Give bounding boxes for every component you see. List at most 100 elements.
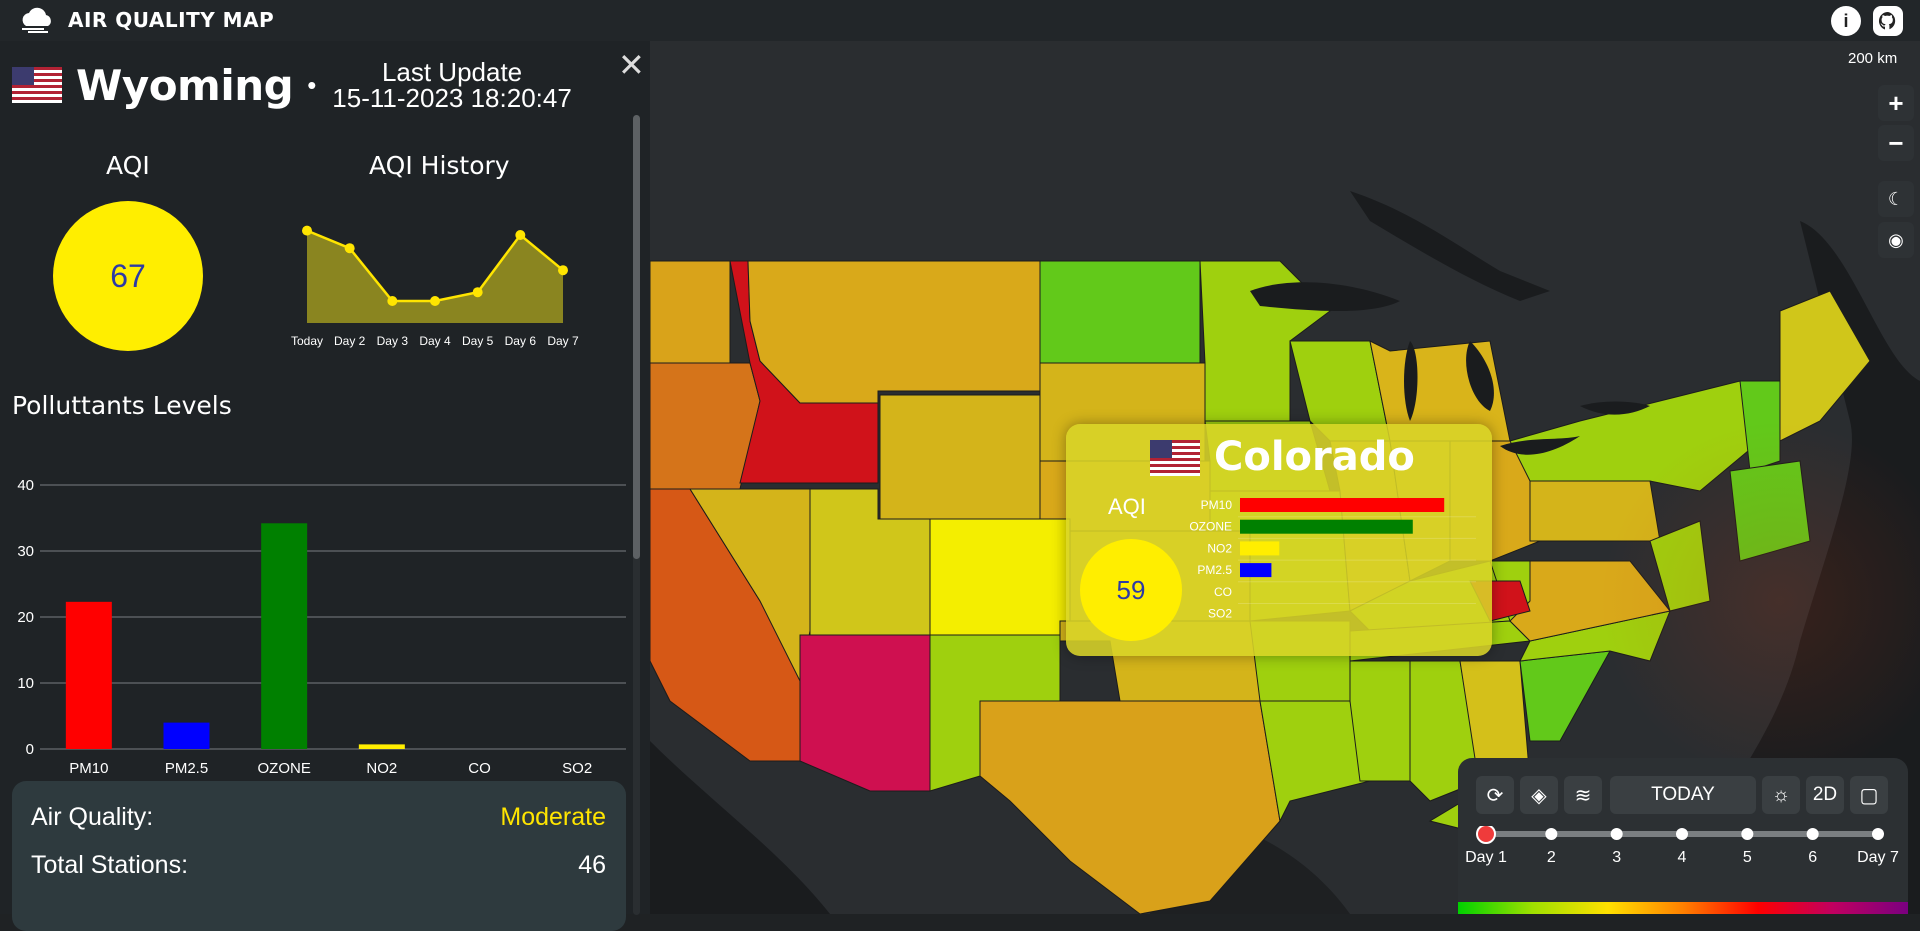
wind-icon[interactable]: ≋ (1564, 776, 1602, 814)
x-tick-label: PM10 (69, 760, 108, 777)
history-point (302, 225, 312, 236)
state-wyoming[interactable] (879, 394, 1041, 520)
state-popup: Colorado AQI 59 PM10 OZONE NO2 PM2.5 CO SO2 (1066, 424, 1492, 656)
history-tick-label: Day 5 (462, 334, 494, 348)
stations-value: 46 (578, 851, 606, 879)
history-point (344, 243, 355, 254)
popup-bar (1240, 563, 1272, 578)
details-panel: Wyoming • Last Update 15-11-2023 18:20:4… (0, 41, 650, 931)
y-tick-label: 0 (26, 741, 34, 758)
y-tick-label: 20 (17, 609, 34, 626)
brand[interactable]: AIR QUALITY MAP (18, 6, 274, 34)
history-point (430, 296, 440, 306)
popup-category-label: CO (1214, 585, 1232, 599)
cloud-wind-icon (22, 7, 51, 33)
view-mode-button[interactable]: 2D (1806, 776, 1844, 814)
y-tick-label: 30 (17, 543, 34, 560)
close-icon[interactable]: ✕ (618, 49, 645, 81)
dark-mode-icon[interactable]: ☾ (1878, 181, 1914, 217)
history-tick-label: Day 2 (334, 334, 366, 348)
timeline-label: Day 1 (1465, 849, 1507, 866)
state-arizona[interactable] (799, 634, 931, 792)
day-timeline[interactable]: Day 1 2 3 4 5 6 Day 7 (1458, 826, 1908, 886)
pollutant-bar (65, 601, 112, 749)
pollutant-bar (163, 722, 210, 749)
eye-icon[interactable]: ◉ (1878, 222, 1914, 258)
timeline-step (1545, 828, 1558, 840)
popup-aqi-value: 59 (1116, 574, 1146, 605)
popup-category-label: PM2.5 (1197, 563, 1232, 577)
history-point (387, 296, 398, 306)
x-tick-label: NO2 (366, 760, 397, 777)
aqi-history-title: AQI History (369, 151, 510, 180)
state-mississippi[interactable] (1349, 660, 1411, 782)
popup-bar (1240, 541, 1280, 556)
map-scale: 200 km (1848, 50, 1898, 67)
today-button[interactable]: TODAY (1610, 776, 1756, 814)
x-tick-label: OZONE (257, 760, 310, 777)
timeline-label: Day 7 (1857, 849, 1899, 866)
popup-category-label: NO2 (1207, 541, 1232, 555)
history-tick-label: Day 6 (505, 334, 537, 348)
info-icon[interactable]: i (1831, 6, 1861, 36)
aqi-value: 67 (110, 257, 146, 294)
timeline-step (1476, 826, 1496, 844)
aqi-color-scale (1458, 902, 1908, 914)
popup-category-label: PM10 (1201, 498, 1233, 512)
timeline-label: 6 (1808, 849, 1817, 866)
state-north-dakota[interactable] (1039, 260, 1201, 364)
state-washington[interactable] (650, 260, 731, 364)
timeline-controls: ⟳ ◈ ≋ TODAY ☼ 2D ▢ Day 1 2 3 4 5 6 Day 7 (1458, 758, 1908, 914)
timeline-label: 5 (1743, 849, 1752, 866)
y-tick-label: 40 (17, 477, 34, 494)
air-quality-card: Air Quality: Moderate Total Stations: 46 (12, 781, 626, 931)
y-tick-label: 10 (17, 675, 34, 692)
history-area (307, 230, 563, 323)
separator-dot: • (307, 69, 317, 100)
x-tick-label: SO2 (562, 760, 592, 777)
top-bar: AIR QUALITY MAP i (0, 0, 1920, 41)
pollutant-bar (358, 744, 405, 749)
last-update-label: Last Update (381, 57, 523, 87)
history-tick-label: Today (291, 334, 323, 348)
x-tick-label: PM2.5 (165, 760, 208, 777)
refresh-icon[interactable]: ⟳ (1476, 776, 1514, 814)
timeline-step (1610, 828, 1623, 840)
popup-category-label: SO2 (1208, 607, 1232, 621)
timeline-step (1872, 828, 1884, 840)
history-point (472, 287, 483, 298)
pollutants-title: Polluttants Levels (12, 391, 232, 420)
state-montana[interactable] (747, 260, 1041, 404)
timeline-step (1676, 828, 1688, 840)
timeline-step (1806, 828, 1819, 840)
layers-icon[interactable]: ◈ (1520, 776, 1558, 814)
zoom-in-button[interactable]: + (1878, 85, 1914, 121)
github-icon[interactable] (1873, 6, 1903, 36)
weather-icon[interactable]: ☼ (1762, 776, 1800, 814)
state-name: Wyoming (76, 60, 294, 110)
timeline-step (1741, 828, 1754, 840)
popup-bar (1240, 519, 1413, 534)
air-quality-label: Air Quality: (31, 803, 154, 831)
fullscreen-icon[interactable]: ▢ (1850, 776, 1888, 814)
popup-category-label: OZONE (1189, 520, 1232, 534)
state-colorado[interactable] (929, 518, 1071, 636)
stations-label: Total Stations: (31, 851, 189, 879)
popup-aqi-label: AQI (1108, 494, 1146, 519)
pollutant-bar (261, 523, 308, 749)
popup-state-name: Colorado (1214, 434, 1415, 480)
history-tick-label: Day 7 (547, 334, 579, 348)
history-tick-label: Day 3 (377, 334, 409, 348)
last-update-value: 15-11-2023 18:20:47 (332, 83, 572, 113)
air-quality-value: Moderate (500, 803, 606, 831)
app-title: AIR QUALITY MAP (68, 8, 275, 32)
history-tick-label: Day 4 (419, 334, 451, 348)
popup-aqi-circle: 59 (1080, 539, 1182, 641)
zoom-out-button[interactable]: − (1878, 125, 1914, 161)
x-tick-label: CO (468, 760, 491, 777)
us-flag-icon (1150, 440, 1200, 476)
popup-pollutant-chart: PM10 OZONE NO2 PM2.5 CO SO2 (1189, 498, 1476, 621)
panel-header: Wyoming • Last Update 15-11-2023 18:20:4… (12, 59, 572, 111)
aqi-history-chart: Today Day 2 Day 3 Day 4 Day 5 Day 6 Day 7 (291, 225, 579, 348)
popup-bar (1240, 498, 1445, 512)
